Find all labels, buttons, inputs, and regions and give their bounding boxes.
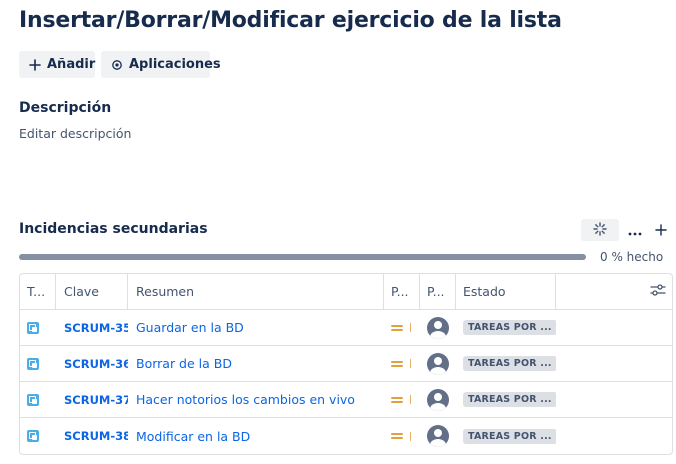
issue-title[interactable]: Insertar/Borrar/Modificar ejercicio de l… [19,8,562,33]
priority-medium-icon[interactable] [391,359,411,368]
table-row[interactable]: SCRUM-38 Modificar en la BD TAREAS POR .… [20,418,672,454]
unassigned-avatar-icon[interactable] [427,316,449,339]
create-child-button[interactable] [651,219,671,241]
column-header-status[interactable]: Estado [456,274,556,309]
plus-icon [29,58,41,71]
plus-icon [655,221,667,240]
more-options-button[interactable] [625,219,645,241]
key-cell: SCRUM-37 [56,382,128,417]
status-cell: TAREAS POR ... [456,346,556,381]
settings-sliders-icon [650,283,666,300]
issue-summary-link[interactable]: Borrar de la BD [136,356,232,371]
summary-cell: Borrar de la BD [128,346,384,381]
type-cell [20,382,56,417]
unassigned-avatar-icon[interactable] [427,388,449,411]
issue-key-link[interactable]: SCRUM-36 [64,357,128,371]
key-cell: SCRUM-35 [56,310,128,345]
column-header-summary[interactable]: Resumen [128,274,384,309]
more-icon [628,221,642,240]
description-heading: Descripción [19,100,112,116]
assignee-cell [420,382,456,417]
apps-icon [111,59,123,71]
apps-button[interactable]: Aplicaciones [101,51,221,78]
subtask-icon [27,393,39,406]
priority-cell [384,310,420,345]
progress-bar [19,254,586,260]
child-issues-heading: Incidencias secundarias [19,221,208,237]
status-cell: TAREAS POR ... [456,418,556,454]
column-config-button[interactable] [556,274,672,309]
priority-medium-icon[interactable] [391,395,411,404]
apps-button-label: Aplicaciones [129,57,221,72]
column-header-priority[interactable]: P... [384,274,420,309]
table-header: T... Clave Resumen P... P... Estado [20,274,672,310]
key-cell: SCRUM-38 [56,418,128,454]
issue-key-link[interactable]: SCRUM-35 [64,321,128,335]
issue-summary-link[interactable]: Hacer notorios los cambios en vivo [136,392,355,407]
summary-cell: Hacer notorios los cambios en vivo [128,382,384,417]
issue-summary-link[interactable]: Guardar en la BD [136,320,244,335]
status-cell: TAREAS POR ... [456,310,556,345]
add-button[interactable]: Añadir [19,51,95,78]
type-cell [20,310,56,345]
subtask-icon [27,430,39,442]
status-badge[interactable]: TAREAS POR ... [463,392,556,407]
column-header-key[interactable]: Clave [56,274,128,309]
progress-label: 0 % hecho [600,250,664,264]
status-badge[interactable]: TAREAS POR ... [463,356,556,371]
summary-cell: Guardar en la BD [128,310,384,345]
key-cell: SCRUM-36 [56,346,128,381]
type-cell [20,418,56,454]
status-cell: TAREAS POR ... [456,382,556,417]
summary-cell: Modificar en la BD [128,418,384,454]
table-row[interactable]: SCRUM-36 Borrar de la BD TAREAS POR ... [20,346,672,382]
status-badge[interactable]: TAREAS POR ... [463,320,556,335]
priority-medium-icon[interactable] [391,323,411,332]
issue-key-link[interactable]: SCRUM-37 [64,393,128,407]
priority-cell [384,346,420,381]
assignee-cell [420,418,456,454]
priority-cell [384,418,420,454]
unassigned-avatar-icon[interactable] [427,352,449,375]
priority-cell [384,382,420,417]
loading-icon [593,221,607,240]
add-button-label: Añadir [47,57,96,72]
column-header-type[interactable]: T... [20,274,56,309]
child-issues-table: T... Clave Resumen P... P... Estado SCRU… [19,273,673,455]
status-badge[interactable]: TAREAS POR ... [463,428,556,444]
priority-medium-icon[interactable] [391,431,411,441]
unassigned-avatar-icon[interactable] [427,425,449,447]
subtask-icon [27,321,39,334]
table-row[interactable]: SCRUM-35 Guardar en la BD TAREAS POR ... [20,310,672,346]
column-header-assignee[interactable]: P... [420,274,456,309]
table-row[interactable]: SCRUM-37 Hacer notorios los cambios en v… [20,382,672,418]
issue-summary-link[interactable]: Modificar en la BD [136,429,250,444]
type-cell [20,346,56,381]
description-editor[interactable]: Editar descripción [19,126,131,141]
issue-key-link[interactable]: SCRUM-38 [64,429,128,443]
subtask-icon [27,357,39,370]
assignee-cell [420,346,456,381]
loading-button[interactable] [581,219,619,241]
assignee-cell [420,310,456,345]
